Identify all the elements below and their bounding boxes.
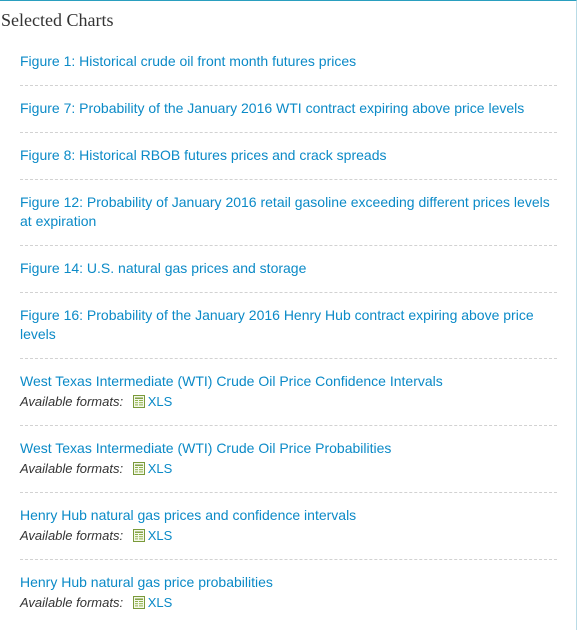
list-item: Henry Hub natural gas prices and confide… (20, 506, 557, 560)
formats-label: Available formats: (20, 528, 124, 543)
spreadsheet-file-icon (132, 395, 145, 408)
spreadsheet-file-icon (132, 529, 145, 542)
chart-link-figure-12[interactable]: Figure 12: Probability of January 2016 r… (20, 193, 557, 231)
chart-link-henry-hub-probabilities[interactable]: Henry Hub natural gas price probabilitie… (20, 573, 557, 592)
chart-link-wti-probabilities[interactable]: West Texas Intermediate (WTI) Crude Oil … (20, 439, 557, 458)
chart-link-figure-16[interactable]: Figure 16: Probability of the January 20… (20, 306, 557, 344)
list-item: Figure 7: Probability of the January 201… (20, 99, 557, 133)
spreadsheet-file-icon (132, 596, 145, 609)
available-formats: Available formats: XLS (20, 526, 557, 545)
xls-download-link[interactable]: XLS (148, 528, 173, 543)
chart-link-wti-confidence-intervals[interactable]: West Texas Intermediate (WTI) Crude Oil … (20, 372, 557, 391)
chart-list: Figure 1: Historical crude oil front mon… (20, 52, 557, 639)
xls-download-link[interactable]: XLS (148, 461, 173, 476)
selected-charts-panel: Selected Charts Figure 1: Historical cru… (0, 0, 577, 630)
xls-download-link[interactable]: XLS (148, 595, 173, 610)
panel-title: Selected Charts (1, 10, 114, 30)
spreadsheet-file-icon (132, 462, 145, 475)
list-item: Henry Hub natural gas price probabilitie… (20, 573, 557, 626)
chart-link-henry-hub-confidence-intervals[interactable]: Henry Hub natural gas prices and confide… (20, 506, 557, 525)
chart-link-figure-1[interactable]: Figure 1: Historical crude oil front mon… (20, 52, 557, 71)
list-item: Figure 14: U.S. natural gas prices and s… (20, 259, 557, 293)
formats-label: Available formats: (20, 595, 124, 610)
formats-label: Available formats: (20, 461, 124, 476)
available-formats: Available formats: XLS (20, 459, 557, 478)
chart-link-figure-7[interactable]: Figure 7: Probability of the January 201… (20, 99, 557, 118)
list-item: Figure 8: Historical RBOB futures prices… (20, 146, 557, 180)
list-item: Figure 12: Probability of January 2016 r… (20, 193, 557, 246)
list-item: Figure 1: Historical crude oil front mon… (20, 52, 557, 86)
list-item: West Texas Intermediate (WTI) Crude Oil … (20, 372, 557, 426)
list-item: Figure 16: Probability of the January 20… (20, 306, 557, 359)
chart-link-figure-14[interactable]: Figure 14: U.S. natural gas prices and s… (20, 259, 557, 278)
available-formats: Available formats: XLS (20, 392, 557, 411)
chart-link-figure-8[interactable]: Figure 8: Historical RBOB futures prices… (20, 146, 557, 165)
formats-label: Available formats: (20, 394, 124, 409)
xls-download-link[interactable]: XLS (148, 394, 173, 409)
list-item: West Texas Intermediate (WTI) Crude Oil … (20, 439, 557, 493)
available-formats: Available formats: XLS (20, 593, 557, 612)
